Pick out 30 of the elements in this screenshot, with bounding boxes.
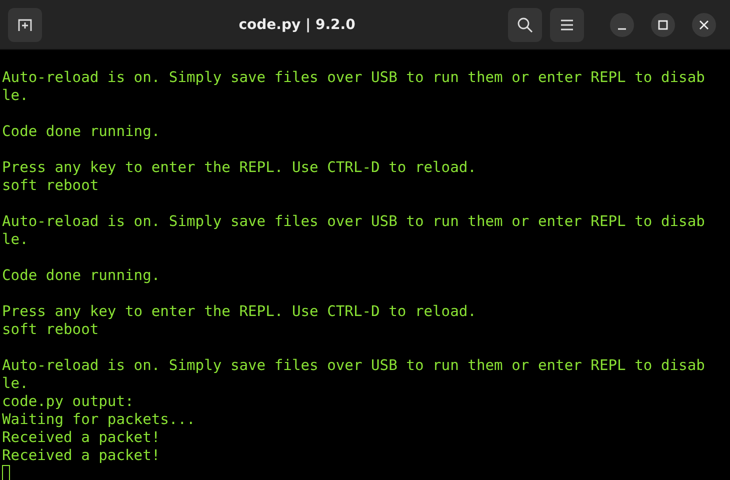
terminal-line: Press any key to enter the REPL. Use CTRL-D to reload. [2, 303, 476, 321]
terminal-line: le. [2, 87, 28, 105]
terminal-line: Code done running. [2, 267, 160, 285]
new-tab-icon [17, 16, 33, 32]
terminal-line: Code done running. [2, 123, 160, 141]
new-tab-button[interactable] [8, 8, 42, 42]
terminal-line: Received a packet! [2, 429, 160, 447]
terminal-line: Press any key to enter the REPL. Use CTRL-D to reload. [2, 159, 476, 177]
terminal-line: le. [2, 375, 28, 393]
search-button[interactable] [508, 8, 542, 42]
minimize-button[interactable] [610, 12, 634, 36]
menu-icon [560, 18, 574, 30]
terminal-line: soft reboot [2, 177, 99, 195]
terminal-line: code.py output: [2, 393, 134, 411]
terminal-line: Auto-reload is on. Simply save files over USB to run them or enter REPL to disab [2, 69, 705, 87]
terminal-line: le. [2, 231, 28, 249]
minimize-icon [617, 28, 627, 30]
close-button[interactable] [692, 12, 716, 36]
terminal-line: Waiting for packets... [2, 411, 196, 429]
window-title: code.py | 9.2.0 [238, 16, 356, 32]
terminal-line: Auto-reload is on. Simply save files over USB to run them or enter REPL to disab [2, 357, 705, 375]
terminal-line: soft reboot [2, 321, 99, 339]
terminal-line: Received a packet! [2, 447, 160, 465]
menu-button[interactable] [550, 8, 584, 42]
maximize-icon [658, 20, 668, 30]
text-cursor [2, 465, 10, 480]
terminal-line: Auto-reload is on. Simply save files over USB to run them or enter REPL to disab [2, 213, 705, 231]
maximize-button[interactable] [651, 12, 675, 36]
search-icon [517, 16, 533, 32]
close-icon [699, 20, 709, 30]
